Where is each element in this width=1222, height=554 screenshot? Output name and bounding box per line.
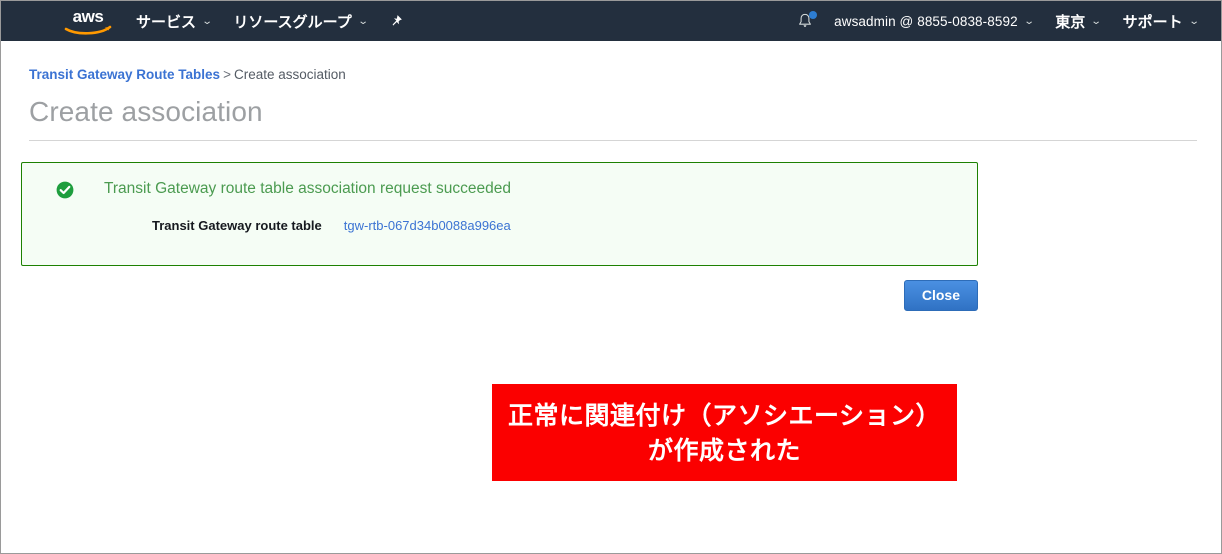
browser-page: aws サービス ⌄ リソースグループ ⌄ awsadmin @ 8855-08… <box>0 0 1222 554</box>
top-navigation-bar: aws サービス ⌄ リソースグループ ⌄ awsadmin @ 8855-08… <box>1 1 1221 41</box>
alert-detail-label: Transit Gateway route table <box>152 218 322 233</box>
alert-header: Transit Gateway route table association … <box>40 179 959 199</box>
breadcrumb-separator: > <box>223 67 231 82</box>
close-button[interactable]: Close <box>903 280 978 311</box>
breadcrumb-link-route-tables[interactable]: Transit Gateway Route Tables <box>29 67 220 82</box>
page-title: Create association <box>29 96 263 127</box>
chevron-down-icon: ⌄ <box>1023 15 1035 27</box>
svg-text:aws: aws <box>73 7 104 26</box>
breadcrumb: Transit Gateway Route Tables > Create asso… <box>29 67 1203 82</box>
chevron-down-icon: ⌄ <box>357 15 369 27</box>
breadcrumb-current: Create association <box>233 67 346 82</box>
account-label: awsadmin @ 8855-0838-8592 <box>834 13 1018 29</box>
nav-services-menu[interactable]: サービス ⌄ <box>125 1 222 41</box>
success-alert: Transit Gateway route table association … <box>21 162 978 266</box>
support-label: サポート <box>1122 13 1183 31</box>
success-check-circle-icon <box>56 181 74 199</box>
nav-right-group: awsadmin @ 8855-0838-8592 ⌄ 東京 ⌄ サポート ⌄ <box>791 1 1221 41</box>
notification-badge <box>809 11 818 19</box>
chevron-down-icon: ⌄ <box>201 15 213 27</box>
route-table-id-link[interactable]: tgw-rtb-067d34b0088a996ea <box>344 218 511 233</box>
chevron-down-icon: ⌄ <box>1188 15 1200 27</box>
main-content: Transit Gateway Route Tables > Create asso… <box>1 67 1221 311</box>
annotation-line-1: 正常に関連付け（アソシエーション） <box>507 400 941 430</box>
region-label: 東京 <box>1055 13 1086 31</box>
annotation-line-2: が作成された <box>647 435 801 465</box>
aws-logo[interactable]: aws <box>51 1 125 41</box>
form-actions: Close <box>19 280 978 311</box>
chevron-down-icon: ⌄ <box>1090 15 1103 27</box>
annotation-callout: 正常に関連付け（アソシエーション） が作成された <box>492 384 957 481</box>
support-menu[interactable]: サポート ⌄ <box>1112 1 1209 41</box>
alert-detail-row: Transit Gateway route table tgw-rtb-067d… <box>152 218 959 233</box>
nav-resource-groups-menu[interactable]: リソースグループ ⌄ <box>222 1 378 41</box>
title-divider <box>29 140 1197 141</box>
account-menu[interactable]: awsadmin @ 8855-0838-8592 ⌄ <box>823 1 1044 41</box>
region-menu[interactable]: 東京 ⌄ <box>1044 1 1111 41</box>
nav-resource-groups-label: リソースグループ <box>233 13 352 31</box>
notifications-button[interactable] <box>791 1 823 41</box>
pushpin-icon[interactable] <box>378 1 417 41</box>
nav-left-group: aws サービス ⌄ リソースグループ ⌄ <box>1 1 417 41</box>
alert-title: Transit Gateway route table association … <box>104 180 511 197</box>
nav-services-label: サービス <box>136 13 197 31</box>
